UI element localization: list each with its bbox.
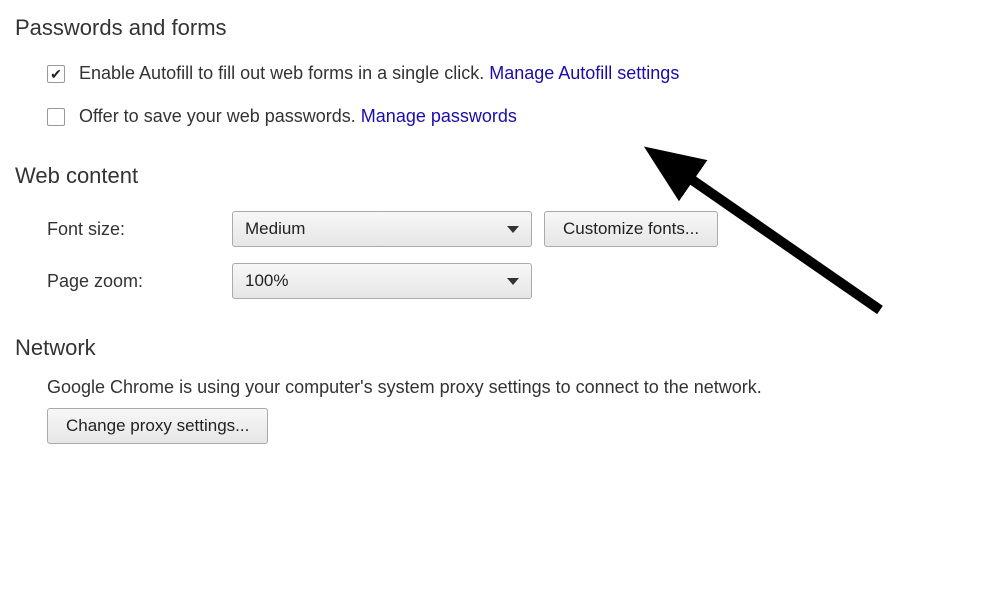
page-zoom-label: Page zoom: — [47, 271, 232, 292]
save-passwords-row: Offer to save your web passwords. Manage… — [47, 106, 985, 127]
network-section: Network Google Chrome is using your comp… — [15, 335, 985, 444]
network-heading: Network — [15, 335, 985, 361]
save-passwords-label: Offer to save your web passwords. — [79, 106, 361, 126]
enable-autofill-text: Enable Autofill to fill out web forms in… — [79, 63, 679, 84]
manage-autofill-link[interactable]: Manage Autofill settings — [489, 63, 679, 83]
passwords-forms-section: Passwords and forms Enable Autofill to f… — [15, 15, 985, 127]
change-proxy-button[interactable]: Change proxy settings... — [47, 408, 268, 444]
enable-autofill-label: Enable Autofill to fill out web forms in… — [79, 63, 489, 83]
chevron-down-icon — [507, 278, 519, 285]
passwords-forms-heading: Passwords and forms — [15, 15, 985, 41]
web-content-content: Font size: Medium Customize fonts... Pag… — [15, 211, 985, 299]
page-zoom-value: 100% — [245, 271, 288, 291]
web-content-section: Web content Font size: Medium Customize … — [15, 163, 985, 299]
save-passwords-text: Offer to save your web passwords. Manage… — [79, 106, 517, 127]
web-content-heading: Web content — [15, 163, 985, 189]
chevron-down-icon — [507, 226, 519, 233]
passwords-forms-content: Enable Autofill to fill out web forms in… — [15, 63, 985, 127]
save-passwords-checkbox[interactable] — [47, 108, 65, 126]
font-size-row: Font size: Medium Customize fonts... — [47, 211, 985, 247]
network-description: Google Chrome is using your computer's s… — [47, 377, 985, 398]
font-size-value: Medium — [245, 219, 305, 239]
page-zoom-row: Page zoom: 100% — [47, 263, 985, 299]
page-zoom-select[interactable]: 100% — [232, 263, 532, 299]
font-size-select[interactable]: Medium — [232, 211, 532, 247]
font-size-label: Font size: — [47, 219, 232, 240]
manage-passwords-link[interactable]: Manage passwords — [361, 106, 517, 126]
enable-autofill-row: Enable Autofill to fill out web forms in… — [47, 63, 985, 84]
network-content: Google Chrome is using your computer's s… — [15, 377, 985, 444]
customize-fonts-button[interactable]: Customize fonts... — [544, 211, 718, 247]
enable-autofill-checkbox[interactable] — [47, 65, 65, 83]
